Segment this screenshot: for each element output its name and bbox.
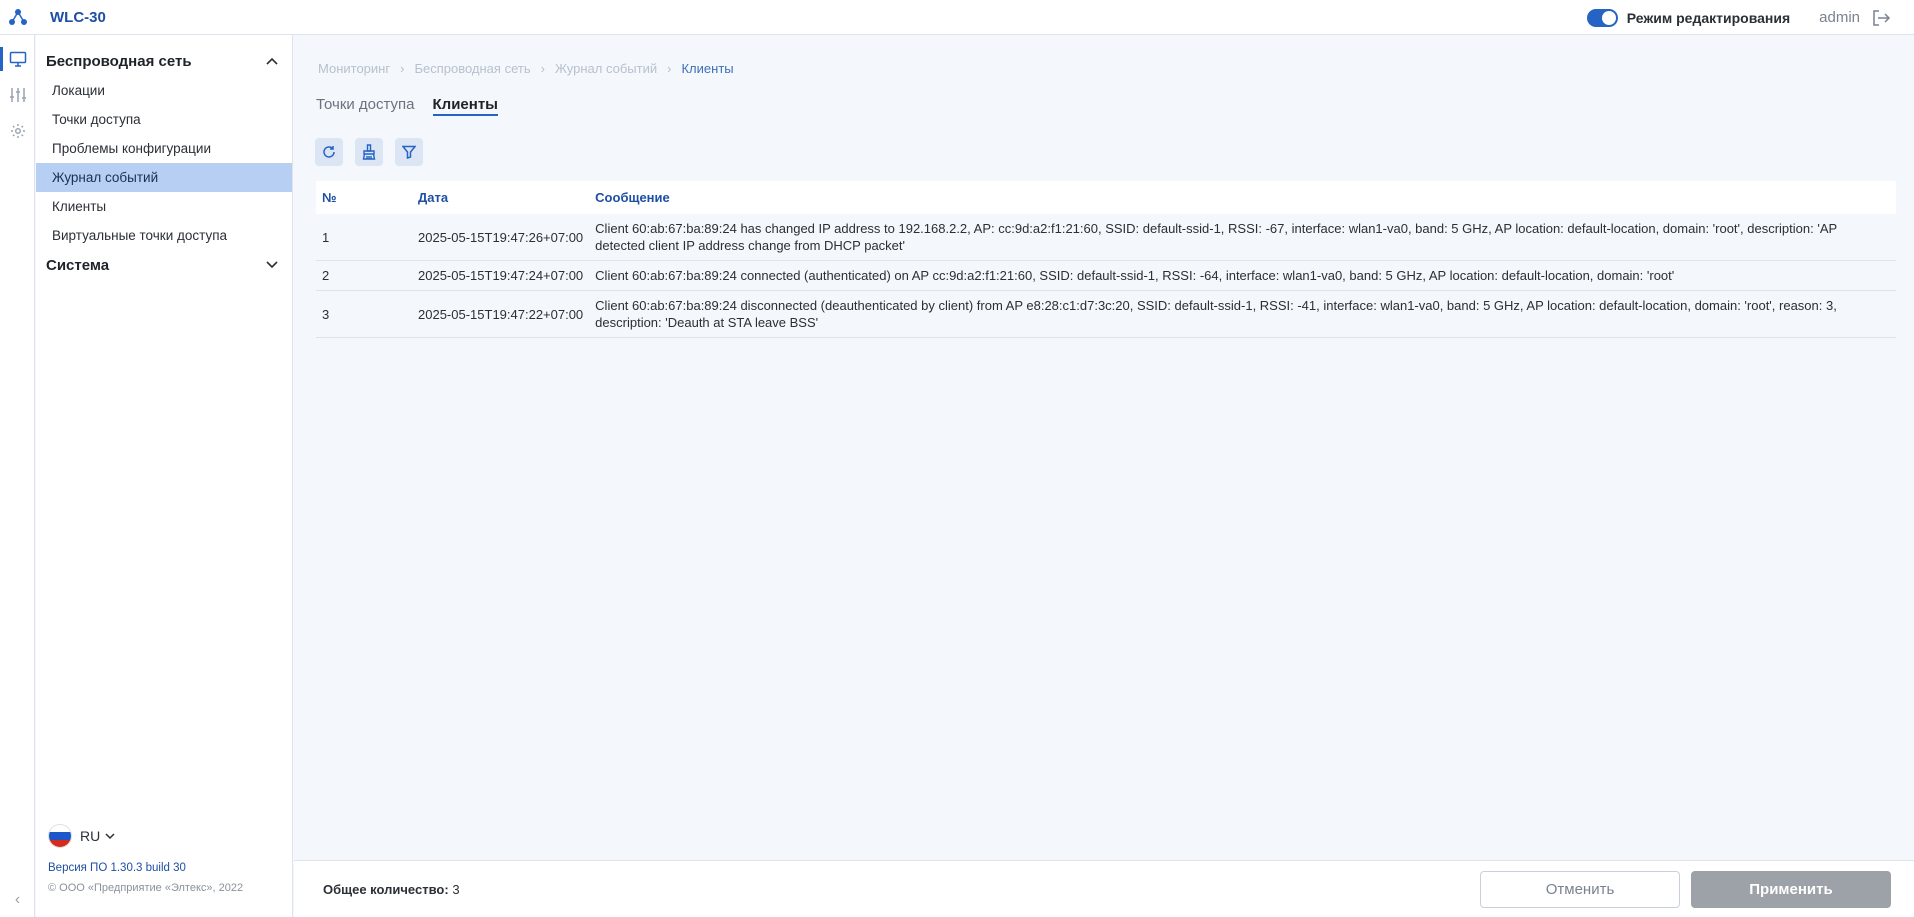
sliders-icon xyxy=(9,88,26,102)
sidebar-item-virtual-aps[interactable]: Виртуальные точки доступа xyxy=(36,221,292,250)
eltex-logo-icon[interactable] xyxy=(0,0,35,35)
rail-configuration[interactable] xyxy=(0,77,35,113)
edit-mode-label: Режим редактирования xyxy=(1626,9,1791,26)
rail-monitoring[interactable] xyxy=(0,41,35,77)
cancel-button[interactable]: Отменить xyxy=(1480,871,1680,908)
total-count-label: Общее количество: xyxy=(323,882,449,897)
software-version: Версия ПО 1.30.3 build 30 xyxy=(48,862,186,874)
monitor-icon xyxy=(9,51,26,67)
total-count: Общее количество: 3 xyxy=(323,882,460,897)
column-header-message[interactable]: Сообщение xyxy=(589,181,1896,214)
language-code: RU xyxy=(80,828,101,844)
table-header: № Дата Сообщение xyxy=(316,181,1896,214)
tab-access-points[interactable]: Точки доступа xyxy=(316,96,415,116)
section-system[interactable]: Система xyxy=(36,250,292,280)
column-header-date[interactable]: Дата xyxy=(412,181,589,214)
top-bar: WLC-30 Режим редактирования admin xyxy=(0,0,1914,35)
footer: Общее количество: 3 Отменить Применить xyxy=(294,860,1914,917)
refresh-icon xyxy=(323,146,335,158)
sidebar: Беспроводная сеть Локации Точки доступа … xyxy=(36,35,293,917)
tabs: Точки доступа Клиенты xyxy=(316,96,516,116)
main-content: Мониторинг › Беспроводная сеть › Журнал … xyxy=(294,35,1914,860)
edit-mode-toggle[interactable] xyxy=(1586,8,1618,27)
section-system-title: Система xyxy=(46,256,110,274)
breadcrumb-separator: › xyxy=(667,61,672,76)
clear-icon xyxy=(362,144,376,160)
table-row[interactable]: 2 2025-05-15T19:47:24+07:00 Client 60:ab… xyxy=(316,260,1896,291)
filter-button[interactable] xyxy=(395,138,423,166)
sidebar-item-label: Журнал событий xyxy=(52,170,159,185)
language-selector[interactable]: RU xyxy=(48,824,115,848)
collapse-sidebar-icon[interactable]: ‹ xyxy=(0,891,35,909)
cell-message: Client 60:ab:67:ba:89:24 disconnected (d… xyxy=(589,290,1896,338)
breadcrumb-event-log[interactable]: Журнал событий xyxy=(555,61,657,76)
sidebar-item-label: Точки доступа xyxy=(52,112,141,127)
cell-date: 2025-05-15T19:47:22+07:00 xyxy=(412,290,590,338)
refresh-button[interactable] xyxy=(315,138,343,166)
chevron-down-icon xyxy=(266,261,278,269)
breadcrumb-current: Клиенты xyxy=(681,61,734,76)
chevron-up-icon xyxy=(266,57,278,65)
sidebar-item-access-points[interactable]: Точки доступа xyxy=(36,105,292,134)
events-table: № Дата Сообщение 1 2025-05-15T19:47:26+0… xyxy=(316,181,1896,338)
apply-button[interactable]: Применить xyxy=(1691,871,1891,908)
cell-message: Client 60:ab:67:ba:89:24 connected (auth… xyxy=(589,260,1896,291)
logout-icon[interactable] xyxy=(1870,7,1892,29)
sidebar-item-label: Проблемы конфигурации xyxy=(52,141,211,156)
breadcrumb: Мониторинг › Беспроводная сеть › Журнал … xyxy=(318,61,734,76)
sidebar-item-label: Клиенты xyxy=(52,199,107,214)
table-row[interactable]: 1 2025-05-15T19:47:26+07:00 Client 60:ab… xyxy=(316,214,1896,261)
rail-settings[interactable] xyxy=(0,113,35,149)
sidebar-item-label: Локации xyxy=(52,83,105,98)
filter-icon xyxy=(402,145,416,159)
cell-date: 2025-05-15T19:47:26+07:00 xyxy=(412,214,590,261)
sidebar-item-label: Виртуальные точки доступа xyxy=(52,228,228,243)
cell-number: 3 xyxy=(316,290,412,338)
total-count-value: 3 xyxy=(452,882,460,897)
cell-number: 2 xyxy=(316,260,412,291)
cell-number: 1 xyxy=(316,214,412,261)
copyright: © ООО «Предприятие «Элтекс», 2022 xyxy=(48,882,244,894)
breadcrumb-separator: › xyxy=(540,61,545,76)
clear-button[interactable] xyxy=(355,138,383,166)
breadcrumb-wireless[interactable]: Беспроводная сеть xyxy=(414,61,530,76)
breadcrumb-monitoring[interactable]: Мониторинг xyxy=(318,61,390,76)
icon-rail: ‹ xyxy=(0,35,35,917)
section-wireless[interactable]: Беспроводная сеть xyxy=(36,46,292,76)
table-row[interactable]: 3 2025-05-15T19:47:22+07:00 Client 60:ab… xyxy=(316,290,1896,338)
cell-message: Client 60:ab:67:ba:89:24 has changed IP … xyxy=(589,214,1896,261)
tab-clients[interactable]: Клиенты xyxy=(432,96,498,116)
username: admin xyxy=(1819,9,1860,26)
chevron-down-icon xyxy=(105,832,115,839)
cell-date: 2025-05-15T19:47:24+07:00 xyxy=(412,260,590,291)
russia-flag-icon xyxy=(48,824,72,848)
sidebar-item-clients[interactable]: Клиенты xyxy=(36,192,292,221)
column-header-number[interactable]: № xyxy=(316,181,412,214)
app-title: WLC-30 xyxy=(50,8,106,26)
breadcrumb-separator: › xyxy=(400,61,405,76)
sidebar-item-event-log[interactable]: Журнал событий xyxy=(36,163,292,192)
gear-icon xyxy=(10,124,25,138)
sidebar-item-locations[interactable]: Локации xyxy=(36,76,292,105)
toolbar xyxy=(315,138,435,166)
section-wireless-title: Беспроводная сеть xyxy=(46,52,192,70)
sidebar-item-config-problems[interactable]: Проблемы конфигурации xyxy=(36,134,292,163)
